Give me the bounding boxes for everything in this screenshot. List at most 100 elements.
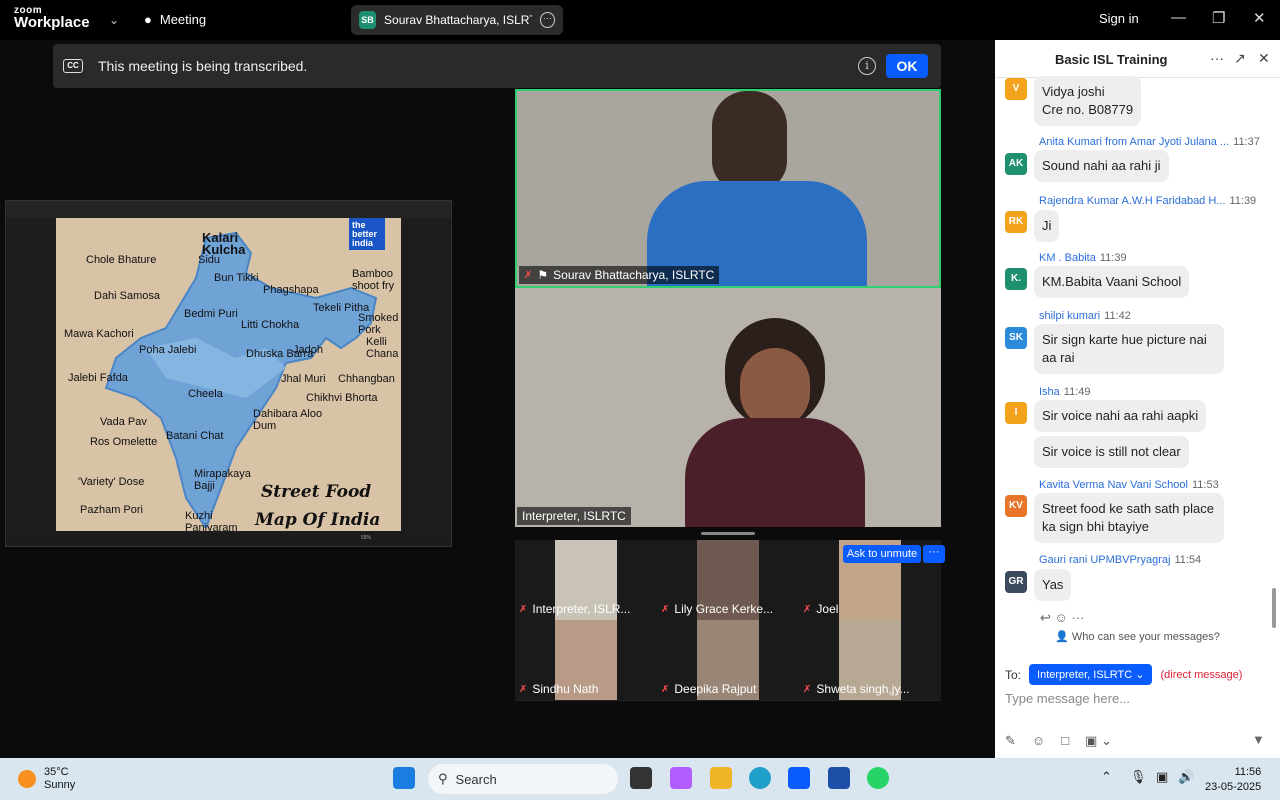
pop-out-icon[interactable]: ↗ — [1234, 50, 1246, 67]
chat-panel: Basic ISL Training ··· ↗ ✕ V Vidya joshi … — [995, 40, 1280, 758]
message-time: 11:37 — [1233, 136, 1260, 148]
meeting-label: Meeting — [159, 12, 207, 27]
edge-icon[interactable] — [749, 767, 771, 789]
microphone-icon[interactable]: 🎙 — [1130, 769, 1147, 785]
zoom-percentage: 55% — [361, 535, 372, 541]
chat-avatar: V — [1005, 78, 1027, 100]
minimize-icon[interactable]: — — [1171, 9, 1186, 26]
chat-message-bubble[interactable]: Sound nahi aa rahi ji — [1034, 150, 1169, 182]
network-icon[interactable]: ▣ — [1156, 769, 1168, 785]
map-food-label: Ros Omelette — [90, 436, 158, 448]
format-icon[interactable]: ✎ — [1005, 733, 1016, 749]
chevron-down-icon[interactable]: ⌄ — [109, 13, 119, 27]
notepad-icon[interactable] — [828, 767, 850, 789]
map-food-label: Jalebi Fafda — [68, 372, 128, 384]
close-icon[interactable]: ✕ — [1253, 9, 1266, 27]
taskbar-search[interactable]: ⚲ Search — [428, 764, 618, 794]
screenshot-icon[interactable]: ▣ ⌄ — [1085, 733, 1112, 749]
chat-message-input[interactable]: Type message here... — [1005, 691, 1130, 706]
zoom-taskbar-icon[interactable] — [788, 767, 810, 789]
info-icon[interactable]: i — [858, 57, 876, 75]
chat-message-bubble[interactable]: Ji — [1034, 210, 1060, 242]
chat-message-bubble[interactable]: KM.Babita Vaani School — [1034, 266, 1190, 298]
chat-message-bubble[interactable]: Vidya joshi Cre no. B08779 — [1034, 76, 1142, 126]
recipient-name: Interpreter, ISLRTC — [1037, 669, 1133, 681]
gallery-tile[interactable]: ✗ Interpreter, ISLR... — [515, 540, 657, 620]
map-food-label: Dahibara Aloo Dum — [253, 408, 323, 432]
windows-start-icon[interactable] — [393, 767, 415, 789]
map-food-label: Pazham Pori — [80, 504, 143, 516]
message-time: 11:49 — [1063, 386, 1091, 398]
participant-name: Deepika Rajput — [674, 682, 757, 696]
participant-more-button[interactable]: ··· — [923, 545, 945, 563]
recipient-row: To: Interpreter, ISLRTC ⌄ (direct messag… — [1005, 664, 1242, 685]
gallery-tile[interactable]: ✗ Shweta singh,jy... — [799, 620, 941, 700]
maximize-icon[interactable]: ❐ — [1212, 9, 1225, 27]
chat-sender[interactable]: Gauri rani UPMBVPryagraj 11:54 — [1039, 554, 1201, 566]
mic-muted-icon: ✗ — [803, 683, 812, 695]
chevron-up-icon[interactable]: ⌃ — [1101, 769, 1112, 785]
recipient-selector[interactable]: Interpreter, ISLRTC ⌄ — [1029, 664, 1153, 685]
speaker-figure — [647, 91, 867, 286]
emoji-icon[interactable]: ☺ — [1032, 733, 1045, 749]
map-food-label: Jhal Muri — [281, 373, 326, 385]
chat-message-bubble[interactable]: Sir sign karte hue picture nai aa rai — [1034, 324, 1224, 374]
system-clock[interactable]: 11:56 23-05-2025 — [1205, 765, 1261, 795]
task-view-icon[interactable] — [630, 767, 652, 789]
zoom-workplace-logo[interactable]: zoom Workplace — [14, 5, 90, 31]
mic-muted-icon: ✗ — [803, 603, 812, 615]
active-speaker-video[interactable]: ✗ ⚑ Sourav Bhattacharya, ISLRTC — [515, 89, 941, 288]
shared-window-statusbar: 55% — [6, 531, 451, 546]
who-can-see-link[interactable]: 👤 Who can see your messages? — [995, 630, 1280, 643]
more-icon[interactable]: ··· — [1210, 50, 1224, 66]
gallery-tile[interactable]: ✗ Deepika Rajput — [657, 620, 799, 700]
more-options-icon[interactable]: ··· — [539, 12, 555, 28]
chat-sender[interactable]: shilpi kumari 11:42 — [1039, 310, 1131, 322]
interpreter-name-tag: Interpreter, ISLRTC — [517, 507, 631, 525]
send-icon[interactable]: ▼ — [1252, 732, 1265, 747]
close-chat-icon[interactable]: ✕ — [1258, 50, 1270, 67]
chat-sender[interactable]: Anita Kumari from Amar Jyoti Julana ... 1… — [1039, 136, 1260, 148]
screen-share-indicator[interactable]: SB Sourav Bhattacharya, ISLRTC's scr ··· — [351, 5, 563, 35]
clock-time: 11:56 — [1234, 766, 1262, 778]
shared-window-titlebar — [6, 201, 451, 218]
chat-sender[interactable]: Isha 11:49 — [1039, 386, 1091, 398]
chat-scrollbar[interactable] — [1272, 588, 1276, 628]
volume-icon[interactable]: 🔊 — [1178, 769, 1194, 785]
interpreter-video[interactable]: Interpreter, ISLRTC — [515, 288, 941, 527]
interpreter-figure — [685, 308, 875, 527]
mic-muted-icon: ✗ — [524, 269, 533, 281]
weather-widget[interactable]: 35°C Sunny — [18, 766, 75, 792]
sender-name: shilpi kumari — [1039, 310, 1101, 322]
participant-name: Shweta singh,jy... — [816, 682, 910, 696]
ask-to-unmute-button[interactable]: Ask to unmute — [843, 545, 921, 563]
reply-react-icons[interactable]: ↩ ☺ ··· — [1040, 610, 1084, 626]
who-can-see-text: Who can see your messages? — [1071, 631, 1220, 643]
file-explorer-icon[interactable] — [710, 767, 732, 789]
chat-sender[interactable]: KM . Babita 11:39 — [1039, 252, 1127, 264]
copilot-icon[interactable] — [670, 767, 692, 789]
chat-message-bubble[interactable]: Street food ke sath sath place ka sign b… — [1034, 493, 1224, 543]
chat-message-bubble[interactable]: Sir voice is still not clear — [1034, 436, 1189, 468]
chat-avatar: KV — [1005, 495, 1027, 517]
banner-text: This meeting is being transcribed. — [98, 58, 308, 74]
chat-message-bubble[interactable]: Yas — [1034, 569, 1072, 601]
direct-message-label: (direct message) — [1160, 668, 1243, 681]
chat-message-bubble[interactable]: Sir voice nahi aa rahi aapki — [1034, 400, 1207, 432]
chat-sender[interactable]: Kavita Verma Nav Vani School 11:53 — [1039, 479, 1219, 491]
file-icon[interactable]: □ — [1061, 733, 1069, 749]
meeting-menu[interactable]: ● Meeting — [144, 12, 206, 27]
map-title-line1: Street Food — [261, 482, 372, 502]
chat-toolbar: ✎ ☺ □ ▣ ⌄ — [1005, 733, 1112, 749]
message-time: 11:54 — [1174, 554, 1202, 566]
gallery-tile[interactable]: ✗ Sindhu Nath — [515, 620, 657, 700]
resize-handle[interactable] — [701, 532, 755, 535]
chat-sender[interactable]: Rajendra Kumar A.W.H Faridabad H... 11:39 — [1039, 195, 1256, 207]
chat-avatar: I — [1005, 402, 1027, 424]
ok-button[interactable]: OK — [886, 54, 928, 78]
gallery-tile[interactable]: ✗ Lily Grace Kerke... — [657, 540, 799, 620]
logo-bottom-text: Workplace — [14, 14, 90, 31]
whatsapp-icon[interactable] — [867, 767, 889, 789]
shared-screen[interactable]: the better india Kalari Kulcha Chole Bhat… — [5, 200, 452, 547]
sign-in-link[interactable]: Sign in — [1099, 11, 1139, 26]
